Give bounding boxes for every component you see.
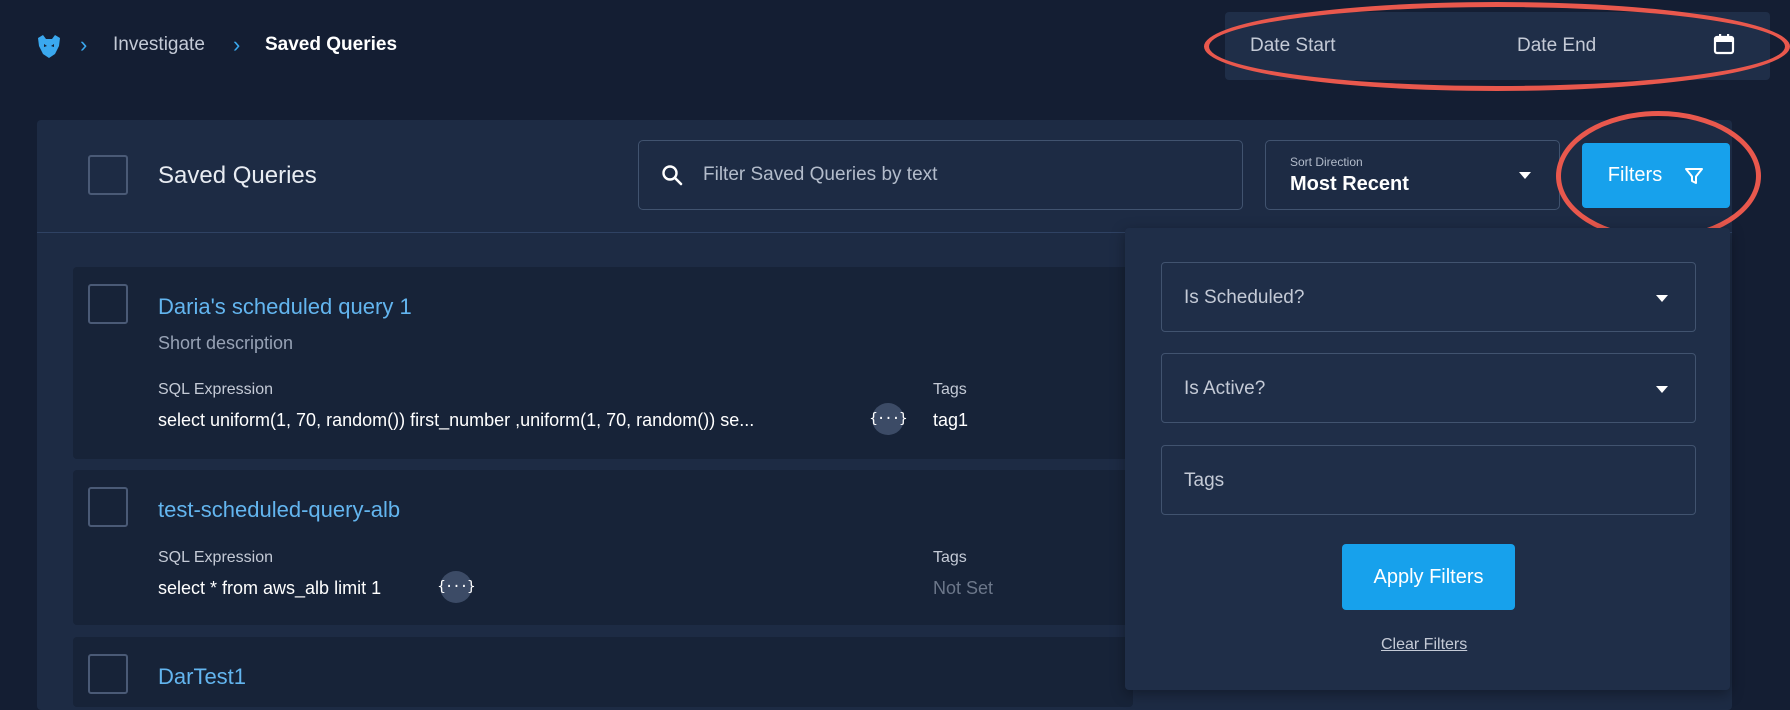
query-card[interactable]: [73, 470, 1133, 625]
sql-expression-value: select * from aws_alb limit 1: [158, 578, 382, 598]
tags-value: Not Set: [933, 578, 994, 598]
code-icon[interactable]: {···}: [869, 403, 908, 435]
caret-down-icon: [1656, 386, 1668, 393]
query-title-link[interactable]: DarTest1: [158, 664, 246, 690]
panel-title: Saved Queries: [158, 162, 317, 189]
code-icon[interactable]: {···}: [437, 571, 476, 603]
query-title-link[interactable]: test-scheduled-query-alb: [158, 497, 400, 523]
tags-filter-label: Tags: [1184, 470, 1225, 491]
sort-direction-label: Sort Direction: [1290, 155, 1363, 169]
is-scheduled-select[interactable]: Is Scheduled?: [1161, 262, 1696, 332]
chevron-right-icon: ›: [233, 32, 241, 57]
tags-filter-field[interactable]: Tags: [1161, 445, 1696, 515]
query-checkbox[interactable]: [88, 487, 128, 527]
query-checkbox[interactable]: [88, 654, 128, 694]
sort-direction-select[interactable]: Sort Direction Most Recent: [1265, 140, 1560, 210]
search-icon: [662, 165, 683, 186]
breadcrumb-saved-queries: Saved Queries: [265, 34, 398, 55]
select-all-checkbox[interactable]: [88, 155, 128, 195]
is-active-label: Is Active?: [1184, 378, 1266, 399]
tags-value: tag1: [933, 410, 969, 430]
search-input[interactable]: [701, 163, 1225, 187]
tags-label: Tags: [933, 549, 967, 566]
breadcrumb-investigate[interactable]: Investigate: [113, 34, 205, 56]
query-description: Short description: [158, 333, 294, 353]
sql-expression-label: SQL Expression: [158, 549, 274, 566]
caret-down-icon: [1519, 172, 1531, 179]
clear-filters-link[interactable]: Clear Filters: [1381, 636, 1467, 654]
is-scheduled-label: Is Scheduled?: [1184, 287, 1305, 308]
is-active-select[interactable]: Is Active?: [1161, 353, 1696, 423]
chevron-right-icon: ›: [80, 32, 88, 57]
search-field[interactable]: [638, 140, 1243, 210]
apply-filters-button[interactable]: Apply Filters: [1342, 544, 1515, 610]
panther-logo-icon[interactable]: [35, 32, 63, 60]
sql-expression-value: select uniform(1, 70, random()) first_nu…: [158, 410, 755, 430]
query-checkbox[interactable]: [88, 284, 128, 324]
query-title-link[interactable]: Daria's scheduled query 1: [158, 294, 412, 320]
annotation-ellipse-filters: [1556, 111, 1761, 241]
caret-down-icon: [1656, 295, 1668, 302]
annotation-ellipse-date-range: [1204, 2, 1790, 91]
sql-expression-label: SQL Expression: [158, 381, 274, 398]
sort-direction-value: Most Recent: [1290, 173, 1409, 195]
tags-label: Tags: [933, 381, 967, 398]
